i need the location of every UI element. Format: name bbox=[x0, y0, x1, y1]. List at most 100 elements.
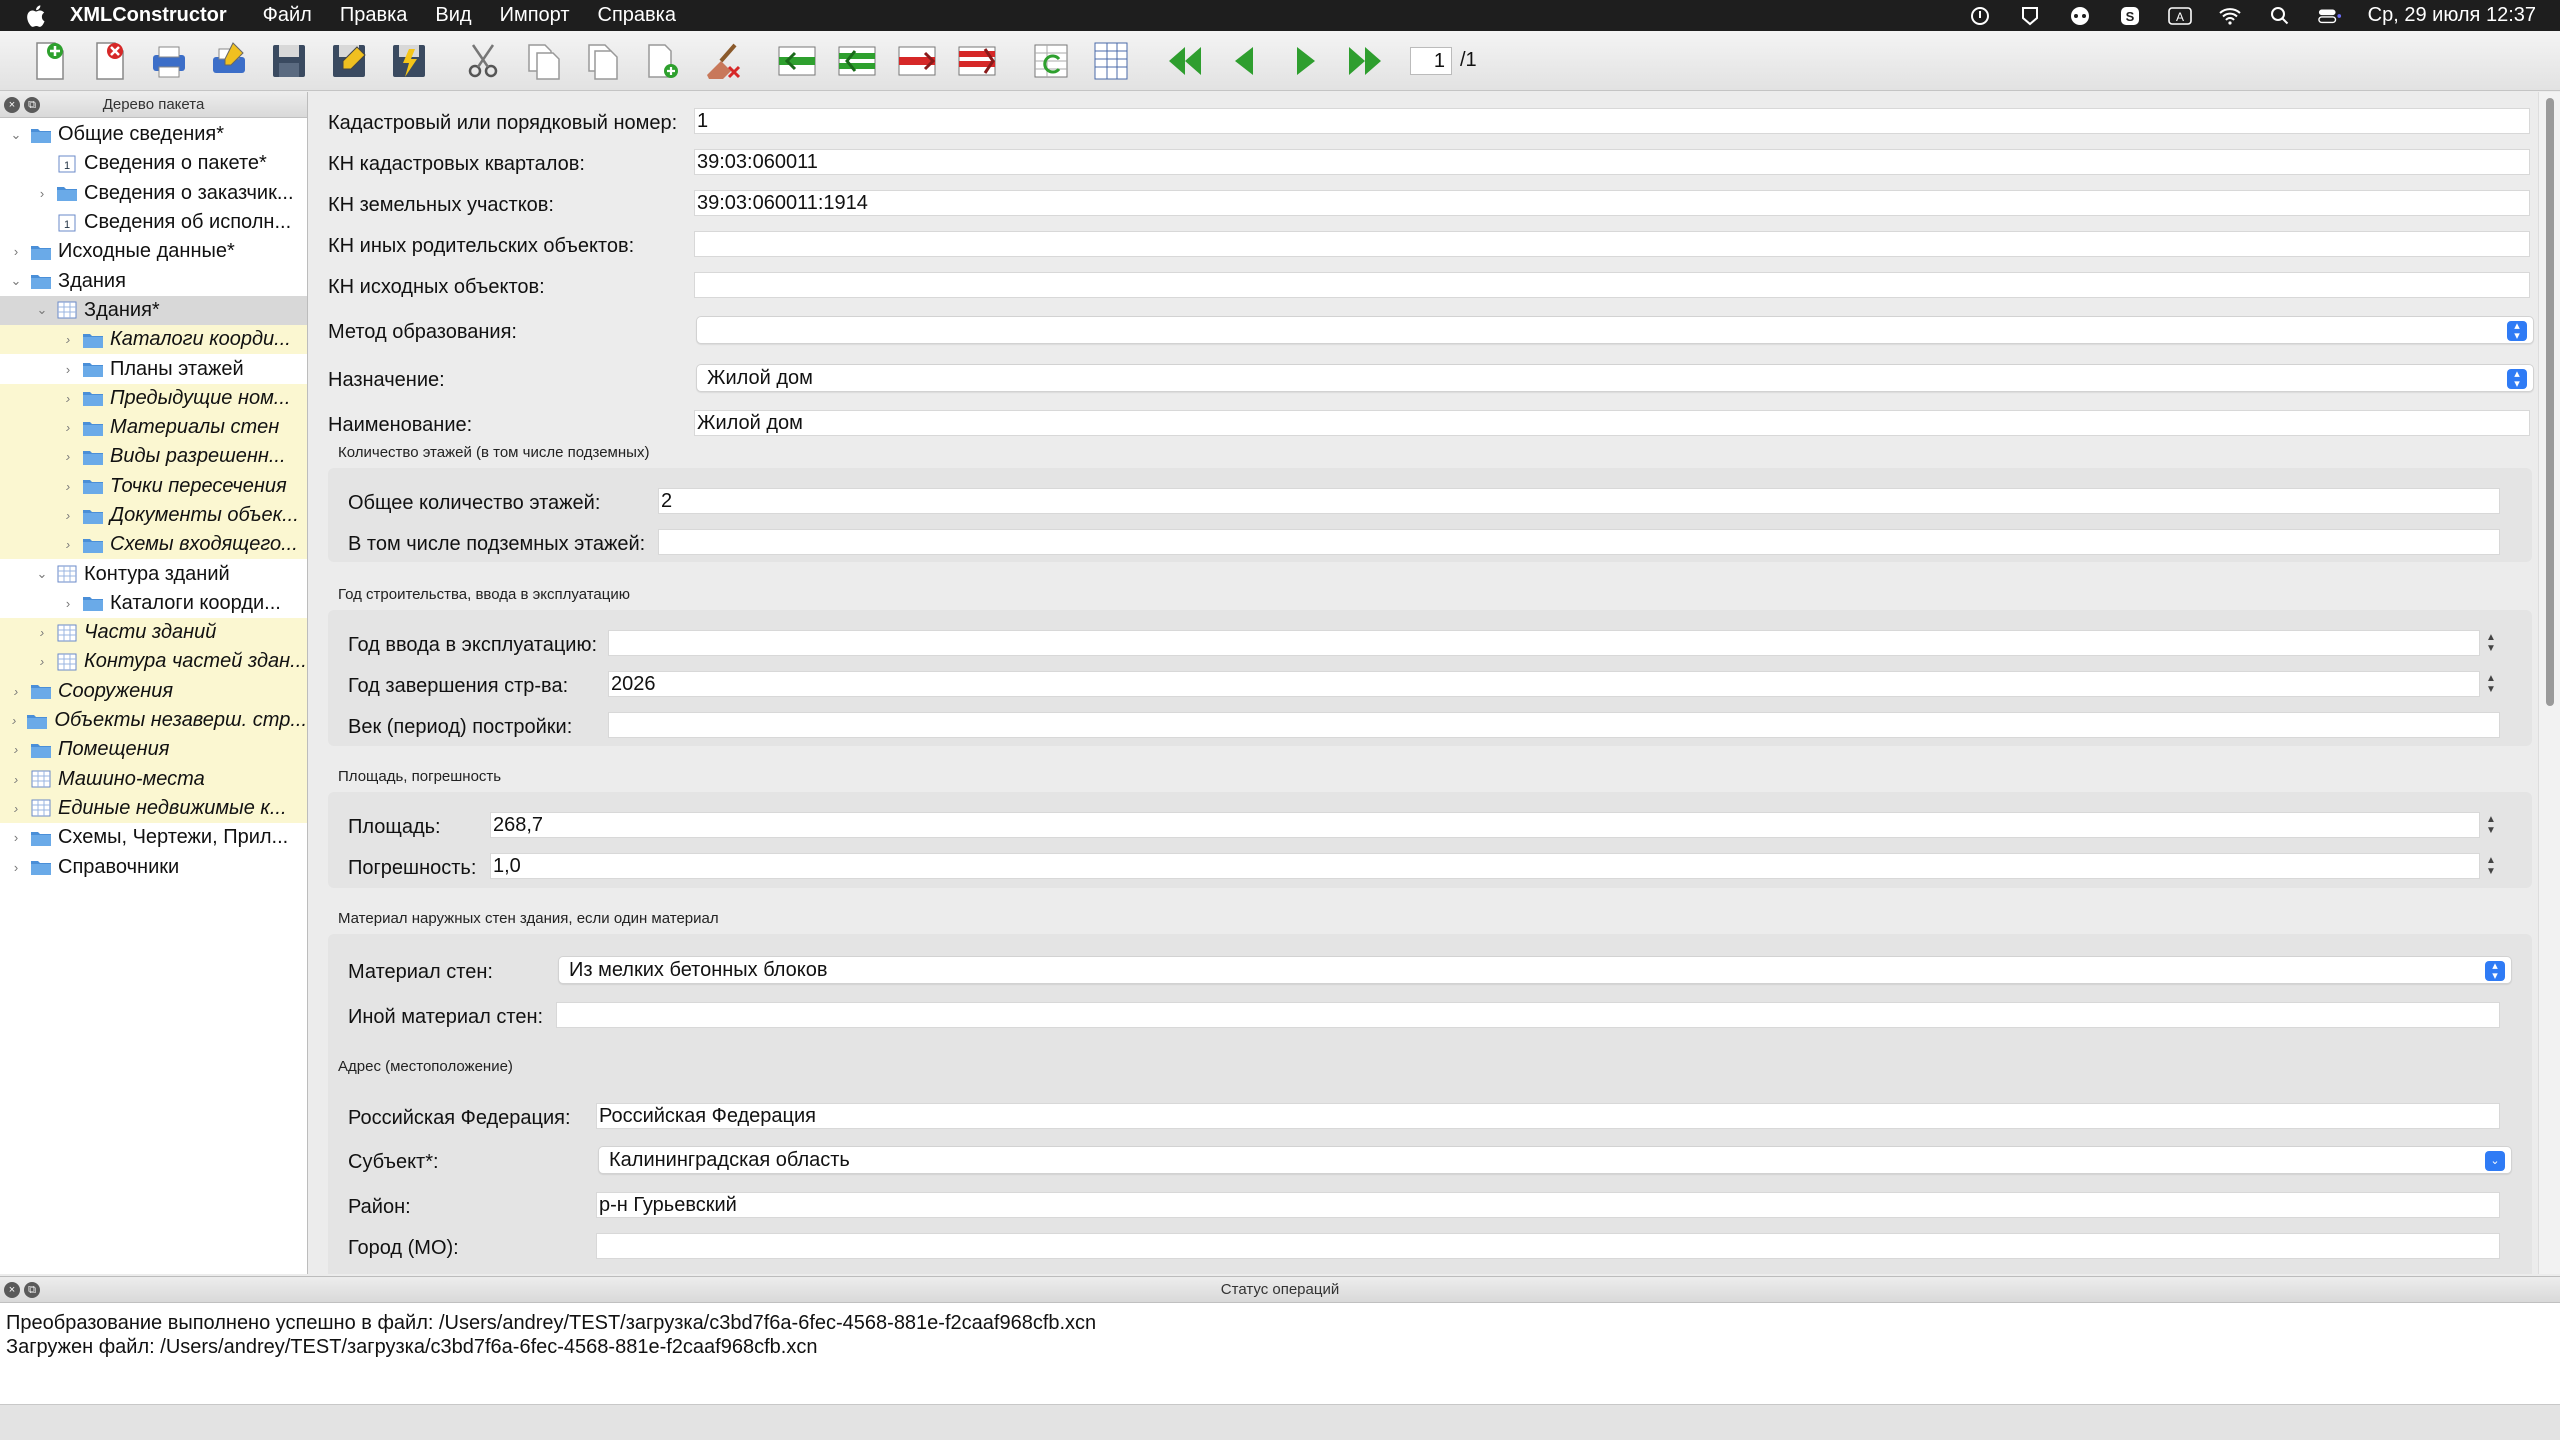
table-view-icon[interactable] bbox=[1086, 36, 1136, 86]
save-button[interactable] bbox=[264, 36, 314, 86]
tree-item[interactable]: › Сооружения bbox=[0, 676, 307, 706]
skype-icon[interactable]: S bbox=[2118, 6, 2142, 26]
chevron-right-icon[interactable]: › bbox=[8, 859, 24, 875]
error-input[interactable]: 1,0 bbox=[490, 853, 2480, 879]
search-icon[interactable] bbox=[2268, 6, 2292, 26]
country-input[interactable]: Российская Федерация bbox=[596, 1103, 2500, 1129]
paste-icon[interactable] bbox=[578, 36, 628, 86]
chevron-right-icon[interactable]: › bbox=[8, 683, 24, 699]
chevron-right-icon[interactable]: › bbox=[8, 830, 24, 846]
tree-item[interactable]: 1 Сведения об исполн... bbox=[0, 208, 307, 237]
chevron-down-icon[interactable]: ⌄ bbox=[8, 127, 24, 143]
wall-other-input[interactable] bbox=[556, 1002, 2500, 1028]
clear-icon[interactable] bbox=[698, 36, 748, 86]
tree-item[interactable]: › Объекты незаверш. стр... bbox=[0, 705, 307, 736]
subject-select[interactable]: Калининградская область ⌄ bbox=[598, 1146, 2512, 1174]
chevron-right-icon[interactable]: › bbox=[60, 595, 76, 611]
kn-land-input[interactable]: 39:03:060011:1914 bbox=[694, 190, 2530, 216]
input-source-icon[interactable]: A bbox=[2167, 6, 2192, 26]
chevron-right-icon[interactable]: › bbox=[8, 771, 24, 787]
tree-item[interactable]: › Исходные данные* bbox=[0, 237, 307, 266]
district-input[interactable]: р-н Гурьевский bbox=[596, 1192, 2500, 1218]
chevron-right-icon[interactable]: › bbox=[34, 185, 50, 201]
year-built-stepper[interactable]: ▲ ▼ bbox=[2484, 671, 2498, 697]
wall-material-select[interactable]: Из мелких бетонных блоков ▴ ▾ bbox=[558, 956, 2512, 984]
chevron-right-icon[interactable]: › bbox=[8, 742, 24, 758]
menu-help[interactable]: Справка bbox=[598, 4, 676, 27]
kn-source-input[interactable] bbox=[694, 272, 2530, 298]
chevron-right-icon[interactable]: › bbox=[8, 713, 20, 729]
new-document-button[interactable] bbox=[24, 36, 74, 86]
clock[interactable]: Ср, 29 июля 12:37 bbox=[2368, 4, 2536, 27]
century-input[interactable] bbox=[608, 712, 2500, 738]
control-center-icon[interactable] bbox=[2317, 6, 2342, 26]
chevron-right-icon[interactable]: › bbox=[60, 537, 76, 553]
area-input[interactable]: 268,7 bbox=[490, 812, 2480, 838]
refresh-table-icon[interactable] bbox=[1026, 36, 1076, 86]
tree-item[interactable]: › Схемы, Чертежи, Прил... bbox=[0, 823, 307, 852]
error-stepper[interactable]: ▲ ▼ bbox=[2484, 853, 2498, 879]
last-page-icon[interactable] bbox=[1340, 36, 1390, 86]
year-commission-stepper[interactable]: ▲ ▼ bbox=[2484, 630, 2498, 656]
tree-item[interactable]: › Точки пересечения bbox=[0, 471, 307, 501]
paste-new-icon[interactable] bbox=[638, 36, 688, 86]
chevron-right-icon[interactable]: › bbox=[60, 332, 76, 348]
chevron-right-icon[interactable]: › bbox=[8, 244, 24, 260]
scrollbar-thumb[interactable] bbox=[2546, 98, 2554, 706]
delete-row-icon[interactable] bbox=[892, 36, 942, 86]
tree-item[interactable]: ⌄ Здания* bbox=[0, 295, 307, 326]
tree-item[interactable]: › Виды разрешенн... bbox=[0, 442, 307, 472]
chevron-right-icon[interactable]: › bbox=[8, 800, 24, 816]
city-input[interactable] bbox=[596, 1233, 2500, 1259]
tree-item[interactable]: 1 Сведения о пакете* bbox=[0, 149, 307, 178]
tree-item[interactable]: › Планы этажей bbox=[0, 354, 307, 383]
panel-close-icon[interactable]: × bbox=[4, 1282, 20, 1298]
gamepad-icon[interactable] bbox=[2068, 6, 2092, 26]
copy-icon[interactable] bbox=[518, 36, 568, 86]
chevron-right-icon[interactable]: › bbox=[60, 390, 76, 406]
tree-item[interactable]: ⌄ Здания bbox=[0, 266, 307, 295]
tree-item[interactable]: › Части зданий bbox=[0, 618, 307, 648]
menu-edit[interactable]: Правка bbox=[340, 4, 408, 27]
insert-row-after-icon[interactable] bbox=[832, 36, 882, 86]
menu-import[interactable]: Импорт bbox=[500, 4, 570, 27]
menu-view[interactable]: Вид bbox=[435, 4, 471, 27]
tree-item[interactable]: › Помещения bbox=[0, 735, 307, 765]
year-built-input[interactable]: 2026 bbox=[608, 671, 2480, 697]
page-number-input[interactable]: 1 bbox=[1410, 46, 1452, 75]
tree-item[interactable]: › Контура частей здан... bbox=[0, 647, 307, 677]
tree-item[interactable]: › Каталоги коорди... bbox=[0, 589, 307, 618]
status-circle-icon[interactable] bbox=[1968, 6, 1992, 26]
kn-quarters-input[interactable]: 39:03:060011 bbox=[694, 149, 2530, 175]
save-sign-button[interactable] bbox=[384, 36, 434, 86]
kn-parent-input[interactable] bbox=[694, 231, 2530, 257]
chevron-down-icon[interactable]: ⌄ bbox=[8, 273, 24, 289]
print-button[interactable] bbox=[144, 36, 194, 86]
tree-item[interactable]: › Машино-места bbox=[0, 764, 307, 794]
chevron-down-icon[interactable]: ⌄ bbox=[34, 302, 50, 318]
method-select[interactable]: ▴ ▾ bbox=[696, 316, 2534, 344]
tree-item[interactable]: › Единые недвижимые к... bbox=[0, 793, 307, 824]
floors-under-input[interactable] bbox=[658, 529, 2500, 555]
apple-icon[interactable] bbox=[24, 3, 50, 29]
delete-all-rows-icon[interactable] bbox=[952, 36, 1002, 86]
cut-icon[interactable] bbox=[458, 36, 508, 86]
shield-icon[interactable] bbox=[2018, 6, 2042, 26]
panel-float-icon[interactable]: ⧉ bbox=[24, 97, 40, 113]
chevron-right-icon[interactable]: › bbox=[60, 449, 76, 465]
cadastral-number-input[interactable]: 1 bbox=[694, 108, 2530, 134]
save-as-button[interactable] bbox=[324, 36, 374, 86]
tree-item[interactable]: ⌄ Контура зданий bbox=[0, 559, 307, 588]
close-document-button[interactable] bbox=[84, 36, 134, 86]
chevron-right-icon[interactable]: › bbox=[60, 478, 76, 494]
chevron-right-icon[interactable]: › bbox=[60, 420, 76, 436]
name-input[interactable]: Жилой дом bbox=[694, 410, 2530, 436]
chevron-down-icon[interactable]: ⌄ bbox=[34, 566, 50, 582]
year-commission-input[interactable] bbox=[608, 630, 2480, 656]
floors-total-input[interactable]: 2 bbox=[658, 488, 2500, 514]
print-edit-button[interactable] bbox=[204, 36, 254, 86]
tree-item[interactable]: › Предыдущие ном... bbox=[0, 383, 307, 413]
chevron-right-icon[interactable]: › bbox=[60, 508, 76, 524]
menu-file[interactable]: Файл bbox=[263, 4, 312, 27]
purpose-select[interactable]: Жилой дом ▴ ▾ bbox=[696, 364, 2534, 392]
